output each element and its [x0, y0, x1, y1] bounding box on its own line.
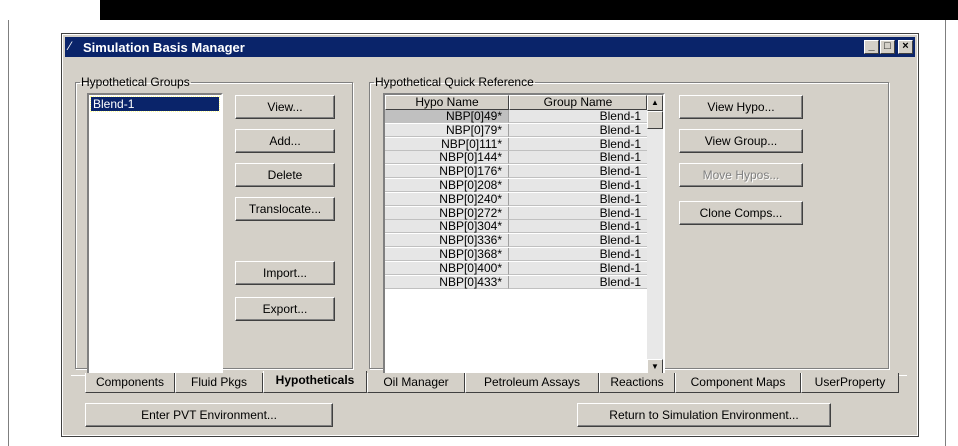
translocate-button[interactable]: Translocate... — [235, 197, 335, 221]
hypo-table[interactable]: Hypo Name Group Name NBP[0]49* Blend-1 NBP… — [383, 93, 665, 377]
view-button-label: View... — [267, 100, 303, 114]
column-header-hypo-name[interactable]: Hypo Name — [385, 95, 509, 110]
vertical-scrollbar[interactable]: ▲ ▼ — [647, 95, 663, 375]
table-cell-hypo-name[interactable]: NBP[0]400* — [385, 261, 509, 275]
scroll-down-icon: ▼ — [651, 362, 659, 371]
view-button[interactable]: View... — [235, 95, 335, 119]
column-header-group-name[interactable]: Group Name — [509, 95, 647, 110]
app-icon: ⁄ — [69, 39, 72, 53]
clone-comps-label: Clone Comps... — [699, 206, 783, 220]
view-group-label: View Group... — [704, 134, 778, 148]
scroll-up-button[interactable]: ▲ — [647, 95, 663, 111]
table-cell-group-name[interactable]: Blend-1 — [509, 165, 647, 179]
list-item[interactable]: Blend-1 — [90, 96, 220, 112]
table-cell-group-name[interactable]: Blend-1 — [509, 179, 647, 192]
view-hypo-button[interactable]: View Hypo... — [679, 95, 803, 119]
scroll-up-icon: ▲ — [651, 98, 659, 107]
table-cell-group-name[interactable]: Blend-1 — [509, 220, 647, 234]
tab-petroleum-assays[interactable]: Petroleum Assays — [465, 373, 599, 393]
table-cell-hypo-name[interactable]: NBP[0]111* — [385, 137, 509, 151]
tab-user-property[interactable]: UserProperty — [801, 373, 899, 393]
delete-button[interactable]: Delete — [235, 163, 335, 187]
tab-reactions[interactable]: Reactions — [599, 373, 675, 393]
maximize-button[interactable]: □ — [880, 40, 895, 54]
table-cell-hypo-name[interactable]: NBP[0]433* — [385, 275, 509, 289]
clone-comps-button[interactable]: Clone Comps... — [679, 201, 803, 225]
hypothetical-groups-legend: Hypothetical Groups — [81, 75, 190, 89]
table-cell-group-name[interactable]: Blend-1 — [509, 206, 647, 220]
table-cell-group-name[interactable]: Blend-1 — [509, 192, 647, 206]
table-cell-group-name[interactable]: Blend-1 — [509, 275, 647, 289]
scroll-thumb[interactable] — [647, 111, 663, 129]
table-cell-group-name[interactable]: Blend-1 — [509, 261, 647, 275]
table-cell-hypo-name[interactable]: NBP[0]144* — [385, 151, 509, 165]
move-hypos-button[interactable]: Move Hypos... — [679, 163, 803, 187]
export-button-label: Export... — [262, 302, 308, 316]
table-cell-group-name[interactable]: Blend-1 — [509, 123, 647, 137]
close-button[interactable]: × — [898, 40, 913, 54]
quick-reference-legend: Hypothetical Quick Reference — [375, 75, 534, 89]
tab-hypotheticals[interactable]: Hypotheticals — [263, 371, 367, 393]
view-hypo-label: View Hypo... — [707, 100, 775, 114]
import-button[interactable]: Import... — [235, 261, 335, 285]
export-button[interactable]: Export... — [235, 297, 335, 321]
table-cell-hypo-name[interactable]: NBP[0]368* — [385, 248, 509, 261]
move-hypos-label: Move Hypos... — [702, 168, 780, 182]
title-bar[interactable]: ⁄ Simulation Basis Manager _ □ × — [65, 37, 915, 57]
top-white-notch — [0, 0, 100, 20]
tab-strip: Components Fluid Pkgs Hypotheticals Oil … — [71, 371, 907, 397]
table-cell-group-name[interactable]: Blend-1 — [509, 151, 647, 165]
table-cell-group-name[interactable]: Blend-1 — [509, 234, 647, 248]
window-title: Simulation Basis Manager — [83, 40, 245, 55]
enter-pvt-button[interactable]: Enter PVT Environment... — [85, 403, 333, 427]
add-button[interactable]: Add... — [235, 129, 335, 153]
translocate-button-label: Translocate... — [248, 202, 322, 216]
return-to-simulation-button[interactable]: Return to Simulation Environment... — [577, 403, 831, 427]
table-cell-group-name[interactable]: Blend-1 — [509, 248, 647, 261]
tab-components[interactable]: Components — [85, 373, 175, 393]
close-icon: × — [902, 40, 909, 52]
table-cell-group-name[interactable]: Blend-1 — [509, 110, 647, 123]
add-button-label: Add... — [269, 134, 301, 148]
tab-fluid-pkgs[interactable]: Fluid Pkgs — [175, 373, 263, 393]
table-cell-hypo-name[interactable]: NBP[0]240* — [385, 192, 509, 206]
table-cell-group-name[interactable]: Blend-1 — [509, 137, 647, 151]
table-cell-hypo-name[interactable]: NBP[0]49* — [385, 110, 509, 123]
simulation-basis-manager-window: ⁄ Simulation Basis Manager _ □ × Hypothe… — [61, 33, 919, 437]
delete-button-label: Delete — [267, 168, 303, 182]
table-cell-hypo-name[interactable]: NBP[0]272* — [385, 206, 509, 220]
hypothetical-groups-list[interactable]: Blend-1 — [87, 93, 223, 375]
minimize-button[interactable]: _ — [864, 40, 879, 54]
table-cell-hypo-name[interactable]: NBP[0]176* — [385, 165, 509, 179]
top-black-bar — [0, 0, 958, 20]
view-group-button[interactable]: View Group... — [679, 129, 803, 153]
tab-oil-manager[interactable]: Oil Manager — [367, 373, 465, 393]
table-cell-hypo-name[interactable]: NBP[0]336* — [385, 234, 509, 248]
import-button-label: Import... — [262, 266, 307, 280]
minimize-icon: _ — [868, 40, 875, 52]
maximize-icon: □ — [884, 40, 891, 52]
return-to-simulation-label: Return to Simulation Environment... — [609, 408, 799, 422]
table-cell-hypo-name[interactable]: NBP[0]208* — [385, 179, 509, 192]
tab-component-maps[interactable]: Component Maps — [675, 373, 801, 393]
table-cell-hypo-name[interactable]: NBP[0]79* — [385, 123, 509, 137]
table-cell-hypo-name[interactable]: NBP[0]304* — [385, 220, 509, 234]
enter-pvt-label: Enter PVT Environment... — [141, 408, 277, 422]
